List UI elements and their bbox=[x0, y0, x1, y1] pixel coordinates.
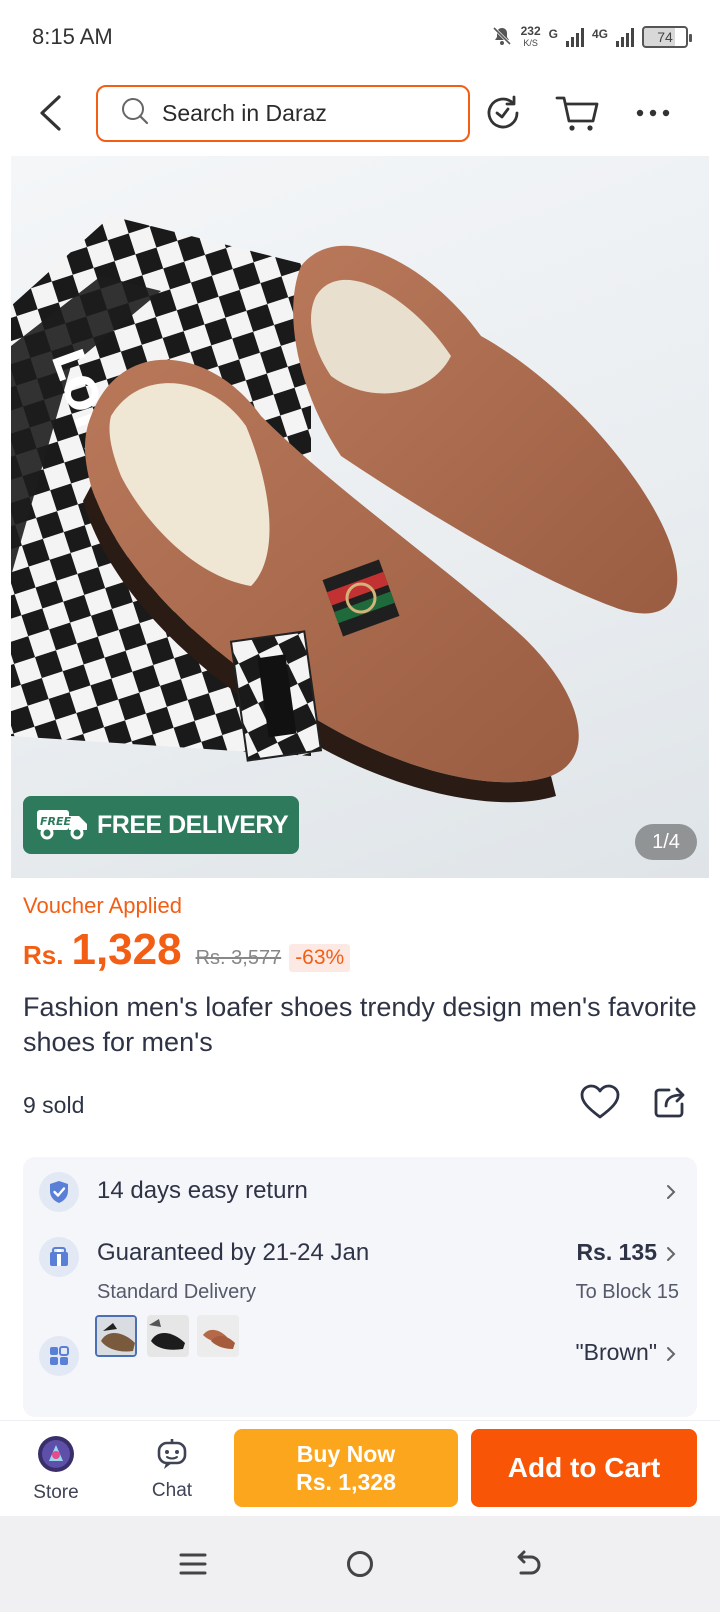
service-panel: 14 days easy return Guaranteed by 21-24 … bbox=[23, 1157, 697, 1417]
search-placeholder: Search in Daraz bbox=[162, 100, 327, 126]
voucher-label: Voucher Applied bbox=[23, 893, 183, 918]
product-image[interactable]: LOFFER FREE FREE DELIVERY 1/4 bbox=[11, 156, 709, 878]
buy-now-label: Buy Now bbox=[296, 1441, 396, 1467]
battery-icon: 74 bbox=[642, 26, 692, 48]
menu-icon[interactable] bbox=[163, 1534, 223, 1594]
price-row: Rs. 1,328 Rs. 3,577 -63% bbox=[23, 925, 351, 975]
price-current: 1,328 bbox=[71, 925, 182, 974]
buy-now-price: Rs. 1,328 bbox=[296, 1469, 396, 1495]
signal-icon bbox=[565, 27, 584, 47]
status-bar: 8:15 AM 232 K/S G 4G 74 bbox=[0, 0, 720, 74]
chevron-right-icon bbox=[663, 1344, 679, 1364]
store-avatar-icon bbox=[37, 1435, 75, 1478]
store-tab[interactable]: Store bbox=[6, 1421, 106, 1517]
mute-bell-icon bbox=[491, 25, 513, 50]
action-bar: Store Chat Buy Now Rs. 1,328 Add to Cart bbox=[0, 1420, 720, 1516]
status-icons: 232 K/S G 4G 74 bbox=[491, 25, 692, 50]
delivery-location: To Block 15 bbox=[575, 1281, 679, 1303]
net-speed: 232 K/S bbox=[521, 25, 541, 49]
variant-thumb-brown[interactable] bbox=[95, 1315, 137, 1357]
shield-check-icon bbox=[39, 1172, 79, 1212]
cart-icon[interactable] bbox=[554, 90, 600, 136]
free-delivery-text: FREE DELIVERY bbox=[97, 810, 289, 839]
variant-thumb-black[interactable] bbox=[147, 1315, 189, 1357]
system-back-icon[interactable] bbox=[497, 1534, 557, 1594]
chevron-right-icon bbox=[663, 1244, 679, 1264]
price-original: Rs. 3,577 bbox=[195, 947, 282, 969]
product-photo: LOFFER bbox=[11, 216, 678, 803]
product-title: Fashion men's loafer shoes trendy design… bbox=[23, 992, 697, 1057]
discount-badge: -63% bbox=[289, 944, 351, 972]
delivery-price: Rs. 135 bbox=[576, 1239, 657, 1265]
home-circle-icon[interactable] bbox=[330, 1534, 390, 1594]
system-nav-bar bbox=[0, 1516, 720, 1612]
free-delivery-badge: FREE FREE DELIVERY bbox=[23, 796, 299, 854]
search-input[interactable]: Search in Daraz bbox=[96, 85, 470, 142]
image-counter: 1/4 bbox=[635, 824, 697, 860]
header: Search in Daraz bbox=[0, 74, 720, 154]
signal-icon-2 bbox=[616, 27, 634, 47]
network-label-1: G bbox=[548, 26, 558, 41]
history-icon[interactable] bbox=[480, 90, 526, 136]
delivery-box-icon bbox=[39, 1237, 79, 1277]
store-label: Store bbox=[33, 1481, 79, 1503]
delivery-guarantee: Guaranteed by 21-24 Jan bbox=[97, 1239, 370, 1266]
price-currency: Rs. bbox=[23, 940, 64, 970]
delivery-type: Standard Delivery bbox=[97, 1281, 256, 1303]
buy-now-button[interactable]: Buy Now Rs. 1,328 bbox=[234, 1429, 458, 1507]
variant-row[interactable]: "Brown" bbox=[23, 1315, 697, 1395]
status-time: 8:15 AM bbox=[32, 24, 113, 49]
add-to-cart-button[interactable]: Add to Cart bbox=[471, 1429, 697, 1507]
chevron-right-icon bbox=[663, 1182, 679, 1202]
sold-count: 9 sold bbox=[23, 1092, 85, 1118]
more-icon[interactable] bbox=[630, 90, 676, 136]
net-speed-unit: K/S bbox=[523, 38, 538, 48]
badge-icon-text: FREE bbox=[40, 815, 71, 828]
chat-tab[interactable]: Chat bbox=[122, 1421, 222, 1517]
variant-selected: "Brown" bbox=[575, 1339, 657, 1365]
add-to-cart-label: Add to Cart bbox=[507, 1452, 661, 1483]
battery-level: 74 bbox=[657, 29, 673, 45]
network-label-2: 4G bbox=[591, 26, 608, 41]
chat-bot-icon bbox=[154, 1437, 190, 1476]
delivery-row[interactable]: Guaranteed by 21-24 Jan Standard Deliver… bbox=[23, 1217, 697, 1317]
variants-grid-icon bbox=[39, 1336, 79, 1376]
chat-label: Chat bbox=[151, 1479, 193, 1501]
return-text: 14 days easy return bbox=[97, 1177, 308, 1204]
search-icon bbox=[120, 96, 150, 131]
variant-thumb-tan[interactable] bbox=[197, 1315, 239, 1357]
share-icon[interactable] bbox=[648, 1080, 692, 1124]
net-speed-value: 232 bbox=[520, 24, 541, 38]
back-arrow-icon[interactable] bbox=[30, 90, 70, 136]
delivery-truck-icon: FREE bbox=[35, 806, 89, 845]
heart-icon[interactable] bbox=[578, 1080, 622, 1124]
